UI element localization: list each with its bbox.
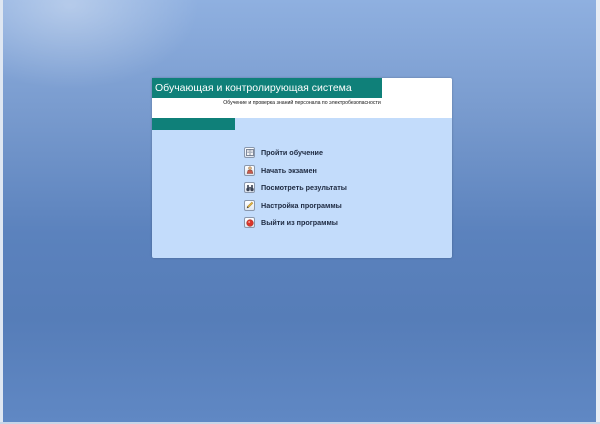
menu-item-training[interactable]: Пройти обучение bbox=[244, 146, 404, 159]
menu-item-settings[interactable]: Настройка программы bbox=[244, 199, 404, 212]
accent-strip bbox=[152, 118, 235, 130]
desktop-glow bbox=[0, 0, 200, 90]
panel-header: Обучающая и контролирующая система Обуче… bbox=[152, 78, 452, 118]
menu-item-label: Посмотреть результаты bbox=[261, 183, 347, 193]
app-subtitle: Обучение и проверка знаний персонала по … bbox=[223, 100, 381, 106]
screen-edge-left bbox=[0, 0, 3, 424]
screen-edge-right bbox=[596, 0, 600, 424]
menu-item-results[interactable]: Посмотреть результаты bbox=[244, 181, 404, 194]
app-title: Обучающая и контролирующая система bbox=[152, 78, 382, 98]
book-icon bbox=[244, 147, 255, 158]
main-menu: Пройти обучение Начать экзамен Посмотрет… bbox=[244, 146, 404, 234]
binoculars-icon bbox=[244, 182, 255, 194]
menu-item-exam[interactable]: Начать экзамен bbox=[244, 164, 404, 177]
menu-item-label: Начать экзамен bbox=[261, 165, 317, 175]
exit-icon bbox=[244, 217, 255, 229]
menu-item-label: Пройти обучение bbox=[261, 148, 323, 157]
menu-item-label: Выйти из программы bbox=[261, 218, 338, 228]
exam-icon bbox=[244, 164, 255, 176]
menu-item-exit[interactable]: Выйти из программы bbox=[244, 216, 404, 229]
menu-item-label: Настройка программы bbox=[261, 200, 342, 210]
pencil-icon bbox=[244, 199, 255, 211]
main-panel: Обучающая и контролирующая система Обуче… bbox=[152, 78, 452, 258]
desktop-background: Обучающая и контролирующая система Обуче… bbox=[0, 0, 600, 424]
